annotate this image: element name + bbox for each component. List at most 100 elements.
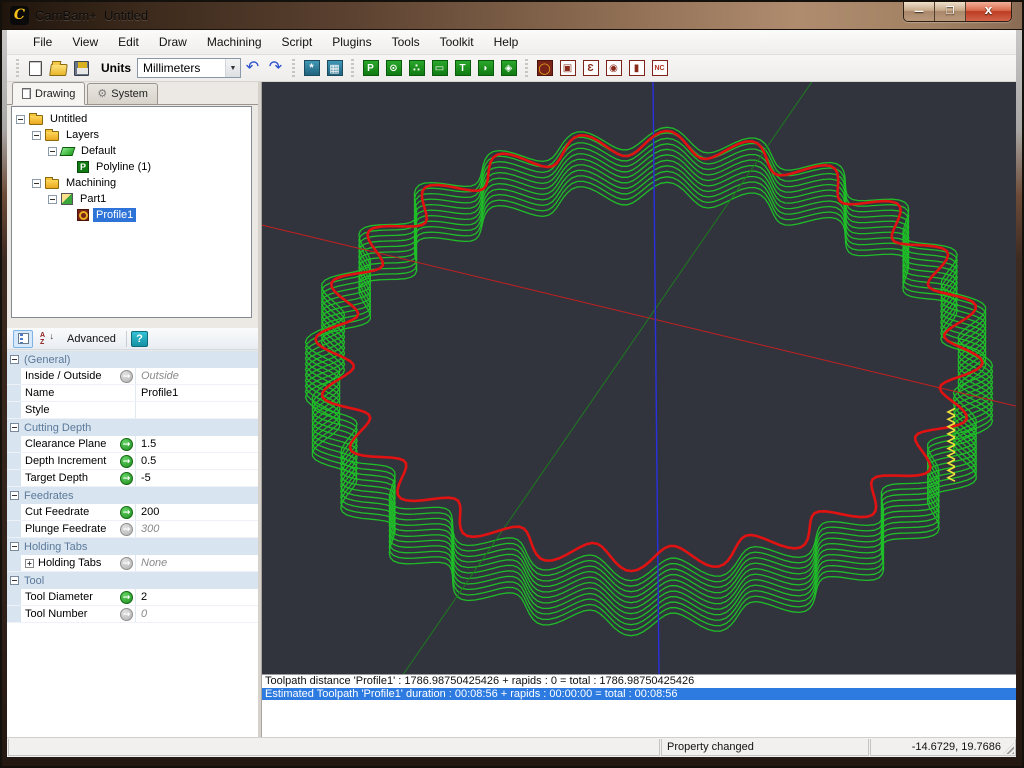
undo-button[interactable]: ↶ bbox=[242, 58, 263, 79]
draw-arc-button[interactable]: ◗ bbox=[475, 58, 496, 79]
menu-view[interactable]: View bbox=[62, 31, 108, 53]
menu-file[interactable]: File bbox=[23, 31, 62, 53]
property-row-tool-diameter[interactable]: Tool Diameter→2 bbox=[7, 589, 258, 606]
draw-text-button[interactable]: T bbox=[452, 58, 473, 79]
open-file-button[interactable] bbox=[48, 58, 69, 79]
alphabetical-sort-button[interactable]: AZ↓ bbox=[37, 330, 57, 348]
property-value[interactable]: 200 bbox=[136, 504, 258, 520]
collapse-icon[interactable] bbox=[10, 576, 19, 585]
gray-arrow-icon[interactable]: → bbox=[120, 608, 133, 621]
collapse-icon[interactable] bbox=[16, 115, 25, 124]
draw-circle-button[interactable]: ⊙ bbox=[383, 58, 404, 79]
property-row-target-depth[interactable]: Target Depth→-5 bbox=[7, 470, 258, 487]
property-category[interactable]: Feedrates bbox=[7, 487, 258, 504]
toolpath-canvas[interactable] bbox=[262, 82, 1016, 674]
toolbar-grip[interactable] bbox=[350, 59, 355, 77]
property-value[interactable]: 0 bbox=[136, 606, 258, 622]
profile-mop-button[interactable]: ◯ bbox=[534, 58, 555, 79]
green-arrow-icon[interactable]: → bbox=[120, 455, 133, 468]
units-dropdown[interactable]: Millimeters ▼ bbox=[137, 58, 241, 78]
menu-help[interactable]: Help bbox=[484, 31, 529, 53]
property-row-tool-number[interactable]: Tool Number→0 bbox=[7, 606, 258, 623]
property-category[interactable]: (General) bbox=[7, 351, 258, 368]
property-value[interactable] bbox=[136, 402, 258, 418]
collapse-icon[interactable] bbox=[10, 423, 19, 432]
draw-surface-button[interactable]: ◈ bbox=[498, 58, 519, 79]
tree-item-layers[interactable]: Layers bbox=[12, 127, 251, 143]
point-snap-button[interactable]: * bbox=[301, 58, 322, 79]
property-value[interactable]: 2 bbox=[136, 589, 258, 605]
collapse-icon[interactable] bbox=[10, 491, 19, 500]
green-arrow-icon[interactable]: → bbox=[120, 438, 133, 451]
tree-item-profile1[interactable]: Profile1 bbox=[12, 207, 251, 223]
menu-toolkit[interactable]: Toolkit bbox=[430, 31, 484, 53]
tree-item-part1[interactable]: Part1 bbox=[12, 191, 251, 207]
property-row-style[interactable]: Style bbox=[7, 402, 258, 419]
tab-system[interactable]: ⚙System bbox=[87, 83, 158, 104]
gray-arrow-icon[interactable]: → bbox=[120, 523, 133, 536]
property-row-depth-increment[interactable]: Depth Increment→0.5 bbox=[7, 453, 258, 470]
property-value[interactable]: 300 bbox=[136, 521, 258, 537]
toolbar-grip[interactable] bbox=[524, 59, 529, 77]
generate-gcode-button[interactable]: NC bbox=[649, 58, 670, 79]
resize-grip[interactable] bbox=[1003, 743, 1014, 754]
minimize-button[interactable]: — bbox=[904, 2, 935, 21]
save-file-button[interactable] bbox=[71, 58, 92, 79]
property-category[interactable]: Cutting Depth bbox=[7, 419, 258, 436]
log-message[interactable]: Toolpath distance 'Profile1' : 1786.9875… bbox=[262, 675, 1016, 688]
property-row-inside-outside[interactable]: Inside / Outside→Outside bbox=[7, 368, 258, 385]
toolbar-grip[interactable] bbox=[15, 59, 20, 77]
close-button[interactable]: X bbox=[966, 2, 1011, 21]
green-arrow-icon[interactable]: → bbox=[120, 591, 133, 604]
collapse-icon[interactable] bbox=[10, 542, 19, 551]
property-row-name[interactable]: NameProfile1 bbox=[7, 385, 258, 402]
green-arrow-icon[interactable]: → bbox=[120, 472, 133, 485]
project-tree[interactable]: UntitledLayersDefaultPPolyline (1)Machin… bbox=[11, 106, 252, 318]
help-button[interactable]: ? bbox=[131, 331, 148, 347]
menu-draw[interactable]: Draw bbox=[149, 31, 197, 53]
menu-edit[interactable]: Edit bbox=[108, 31, 149, 53]
drill-mop-button[interactable]: ◉ bbox=[603, 58, 624, 79]
gray-arrow-icon[interactable]: → bbox=[120, 370, 133, 383]
chevron-down-icon[interactable]: ▼ bbox=[225, 59, 240, 77]
green-arrow-icon[interactable]: → bbox=[120, 506, 133, 519]
tree-item-untitled[interactable]: Untitled bbox=[12, 111, 251, 127]
menu-script[interactable]: Script bbox=[272, 31, 323, 53]
new-file-button[interactable] bbox=[25, 58, 46, 79]
expand-icon[interactable]: + bbox=[25, 559, 34, 568]
tree-item-default[interactable]: Default bbox=[12, 143, 251, 159]
menu-plugins[interactable]: Plugins bbox=[322, 31, 381, 53]
property-value[interactable]: 1.5 bbox=[136, 436, 258, 452]
property-value[interactable]: None bbox=[136, 555, 258, 571]
property-row-clearance-plane[interactable]: Clearance Plane→1.5 bbox=[7, 436, 258, 453]
menu-tools[interactable]: Tools bbox=[382, 31, 430, 53]
collapse-icon[interactable] bbox=[48, 147, 57, 156]
pocket-mop-button[interactable]: ▣ bbox=[557, 58, 578, 79]
collapse-icon[interactable] bbox=[32, 179, 41, 188]
tree-item-machining[interactable]: Machining bbox=[12, 175, 251, 191]
tab-drawing[interactable]: Drawing bbox=[12, 82, 85, 105]
property-row-holding-tabs[interactable]: +Holding Tabs→None bbox=[7, 555, 258, 572]
collapse-icon[interactable] bbox=[48, 195, 57, 204]
property-row-cut-feedrate[interactable]: Cut Feedrate→200 bbox=[7, 504, 258, 521]
toolbar-grip[interactable] bbox=[291, 59, 296, 77]
collapse-icon[interactable] bbox=[32, 131, 41, 140]
message-log[interactable]: Toolpath distance 'Profile1' : 1786.9875… bbox=[262, 674, 1016, 737]
collapse-icon[interactable] bbox=[10, 355, 19, 364]
grid-toggle-button[interactable]: ▦ bbox=[324, 58, 345, 79]
property-value[interactable]: Outside bbox=[136, 368, 258, 384]
property-category[interactable]: Tool bbox=[7, 572, 258, 589]
property-row-plunge-feedrate[interactable]: Plunge Feedrate→300 bbox=[7, 521, 258, 538]
redo-button[interactable]: ↷ bbox=[265, 58, 286, 79]
engrave-mop-button[interactable]: Ɛ bbox=[580, 58, 601, 79]
lathe-mop-button[interactable]: ▮ bbox=[626, 58, 647, 79]
menu-machining[interactable]: Machining bbox=[197, 31, 272, 53]
gray-arrow-icon[interactable]: → bbox=[120, 557, 133, 570]
property-value[interactable]: Profile1 bbox=[136, 385, 258, 401]
property-value[interactable]: -5 bbox=[136, 470, 258, 486]
draw-rectangle-button[interactable]: ▭ bbox=[429, 58, 450, 79]
tree-item-polyline-1-[interactable]: PPolyline (1) bbox=[12, 159, 251, 175]
property-value[interactable]: 0.5 bbox=[136, 453, 258, 469]
categorized-view-button[interactable] bbox=[13, 330, 33, 348]
maximize-button[interactable]: ❐ bbox=[935, 2, 966, 21]
